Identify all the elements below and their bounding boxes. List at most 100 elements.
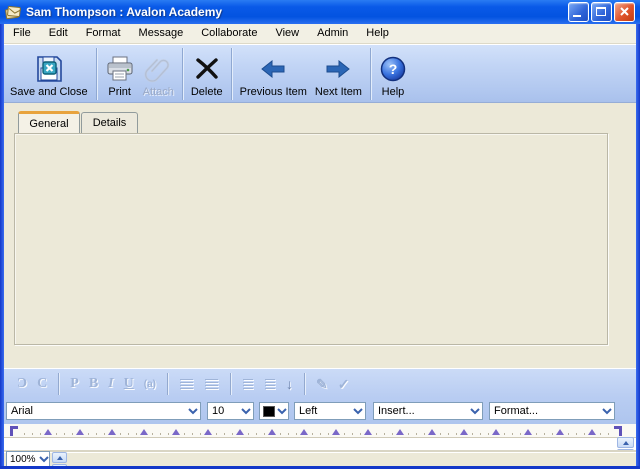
right-margin-marker[interactable] xyxy=(614,426,622,436)
app-icon xyxy=(5,5,21,20)
next-item-button[interactable]: Next Item xyxy=(311,47,366,101)
font-color-select[interactable] xyxy=(259,402,289,420)
save-and-close-label: Save and Close xyxy=(10,86,88,98)
redo-icon: C xyxy=(37,376,47,392)
undo-icon: Ɔ xyxy=(17,376,27,392)
font-family-select[interactable]: Arial xyxy=(6,402,201,420)
previous-item-button[interactable]: Previous Item xyxy=(236,47,311,101)
chevron-down-icon xyxy=(186,408,200,415)
menu-collaborate[interactable]: Collaborate xyxy=(192,24,266,43)
help-label: Help xyxy=(382,86,405,98)
menu-format[interactable]: Format xyxy=(77,24,130,43)
tab-stop-marker[interactable] xyxy=(108,425,116,435)
maximize-button[interactable] xyxy=(591,2,612,22)
format-separator xyxy=(304,373,305,395)
plain-style-icon: P xyxy=(70,376,79,392)
save-disk-icon xyxy=(34,53,64,85)
menu-edit[interactable]: Edit xyxy=(40,24,77,43)
previous-item-label: Previous Item xyxy=(240,86,307,98)
toolbar-separator xyxy=(231,48,232,100)
menu-bar: File Edit Format Message Collaborate Vie… xyxy=(4,24,636,44)
format-icon-row: Ɔ C P B I U (a) ↓ ✎ ✓ xyxy=(4,369,636,399)
tab-stop-marker[interactable] xyxy=(76,425,84,435)
format-separator xyxy=(167,373,168,395)
tab-stop-marker[interactable] xyxy=(428,425,436,435)
tab-stop-marker[interactable] xyxy=(524,425,532,435)
minimize-button[interactable] xyxy=(568,2,589,22)
tab-stop-marker[interactable] xyxy=(492,425,500,435)
title-bar[interactable]: Sam Thompson : Avalon Academy xyxy=(0,0,640,24)
menu-view[interactable]: View xyxy=(266,24,308,43)
contact-form-panel xyxy=(14,133,608,345)
toolbar-separator xyxy=(370,48,371,100)
attach-label: Attach xyxy=(143,86,174,98)
tab-stop-marker[interactable] xyxy=(396,425,404,435)
main-toolbar: Save and Close Print xyxy=(4,44,636,103)
delete-button[interactable]: Delete xyxy=(187,47,227,101)
tab-stop-marker[interactable] xyxy=(204,425,212,435)
insert-select[interactable]: Insert... xyxy=(373,402,483,420)
tab-stop-marker[interactable] xyxy=(44,425,52,435)
tab-general[interactable]: General xyxy=(18,111,80,133)
tab-details[interactable]: Details xyxy=(81,112,138,133)
help-button[interactable]: ? Help xyxy=(375,47,411,101)
format-value: Format... xyxy=(490,405,600,417)
italic-icon: I xyxy=(108,376,113,392)
print-label: Print xyxy=(108,86,131,98)
signature-icon: ✎ xyxy=(316,376,328,393)
indent-icon xyxy=(243,379,253,389)
ruler[interactable] xyxy=(4,424,636,438)
numbered-list-icon xyxy=(205,379,218,389)
contact-window: Sam Thompson : Avalon Academy File Edit … xyxy=(0,0,640,469)
print-button[interactable]: Print xyxy=(101,47,139,101)
menu-help[interactable]: Help xyxy=(357,24,398,43)
format-select[interactable]: Format... xyxy=(489,402,615,420)
chevron-down-icon xyxy=(36,456,49,463)
font-size-select[interactable]: 10 xyxy=(207,402,254,420)
strikethrough-icon: (a) xyxy=(144,379,156,390)
menu-message[interactable]: Message xyxy=(130,24,193,43)
chevron-down-icon xyxy=(600,408,614,415)
attach-button: Attach xyxy=(139,47,178,101)
tab-stop-marker[interactable] xyxy=(364,425,372,435)
chevron-down-icon xyxy=(275,408,288,415)
bold-icon: B xyxy=(89,376,98,392)
left-margin-marker[interactable] xyxy=(10,426,18,436)
tab-stop-marker[interactable] xyxy=(588,425,596,435)
spellcheck-icon: ✓ xyxy=(338,376,350,393)
status-bar: 100% xyxy=(4,452,636,466)
window-title: Sam Thompson : Avalon Academy xyxy=(26,5,566,19)
zoom-up-button[interactable] xyxy=(52,452,67,463)
chevron-down-icon xyxy=(351,408,365,415)
tab-stop-marker[interactable] xyxy=(300,425,308,435)
zoom-value: 100% xyxy=(7,454,36,465)
paperclip-icon xyxy=(143,53,173,85)
next-item-label: Next Item xyxy=(315,86,362,98)
tab-stop-marker[interactable] xyxy=(140,425,148,435)
close-button[interactable] xyxy=(614,2,635,22)
align-value: Left xyxy=(295,405,351,417)
delete-x-icon xyxy=(194,53,220,85)
window-border-right xyxy=(636,24,640,469)
bullet-list-icon xyxy=(180,379,193,389)
save-and-close-button[interactable]: Save and Close xyxy=(6,47,92,101)
align-select[interactable]: Left xyxy=(294,402,366,420)
tab-stop-marker[interactable] xyxy=(236,425,244,435)
tab-stop-marker[interactable] xyxy=(556,425,564,435)
tab-stop-marker[interactable] xyxy=(460,425,468,435)
menu-file[interactable]: File xyxy=(4,24,40,43)
window-border-left xyxy=(0,24,4,469)
menu-admin[interactable]: Admin xyxy=(308,24,357,43)
font-color-swatch xyxy=(263,406,275,417)
move-down-icon: ↓ xyxy=(286,376,293,392)
font-family-value: Arial xyxy=(7,405,186,417)
question-mark-glyph: ? xyxy=(389,61,398,77)
delete-label: Delete xyxy=(191,86,223,98)
right-arrow-icon xyxy=(325,53,351,85)
tab-stop-marker[interactable] xyxy=(332,425,340,435)
tab-stop-marker[interactable] xyxy=(268,425,276,435)
body-edit-area[interactable] xyxy=(4,438,636,452)
tab-stop-marker[interactable] xyxy=(172,425,180,435)
scroll-up-button[interactable] xyxy=(617,437,634,448)
chevron-down-icon xyxy=(468,408,482,415)
